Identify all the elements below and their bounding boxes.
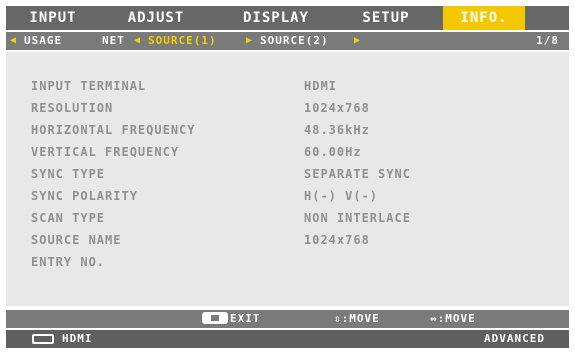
subpage-usage[interactable]: USAGE xyxy=(24,32,62,50)
info-label: SCAN TYPE xyxy=(31,211,106,225)
move-leftright-label: :MOVE xyxy=(437,312,476,325)
info-value: NON INTERLACE xyxy=(304,211,411,225)
status-bar: HDMI ADVANCED xyxy=(6,330,569,348)
info-row-entry-no: ENTRY NO. xyxy=(6,252,569,272)
subpage-bar: ◀ USAGE NET ◀ SOURCE(1) ▶ SOURCE(2) ▶ 1/… xyxy=(6,32,569,50)
move-leftright-guide: ⇔:MOVE xyxy=(430,310,476,328)
leftright-arrows-icon: ⇔ xyxy=(430,312,438,325)
info-row-input-terminal: INPUT TERMINAL HDMI xyxy=(6,76,569,96)
subpage-source-2[interactable]: SOURCE(2) xyxy=(260,32,329,50)
menu-tab-bar: INPUT ADJUST DISPLAY SETUP INFO. xyxy=(6,6,569,30)
info-value: 1024x768 xyxy=(304,233,370,247)
right-arrow-icon: ▶ xyxy=(246,35,254,46)
left-arrow-icon: ◀ xyxy=(134,35,142,46)
right-arrow-icon: ▶ xyxy=(354,35,362,46)
tab-input[interactable]: INPUT xyxy=(18,6,88,30)
key-guide-bar: EXIT ⇕:MOVE ⇔:MOVE xyxy=(6,310,569,328)
tab-setup[interactable]: SETUP xyxy=(351,6,421,30)
menu-mode: ADVANCED xyxy=(484,332,545,345)
info-row-sync-polarity: SYNC POLARITY H(-) V(-) xyxy=(6,186,569,206)
info-value: SEPARATE SYNC xyxy=(304,167,411,181)
info-value: HDMI xyxy=(304,79,337,93)
info-label: INPUT TERMINAL xyxy=(31,79,147,93)
info-label: SYNC POLARITY xyxy=(31,189,138,203)
exit-key-icon xyxy=(202,312,228,324)
move-updown-guide: ⇕:MOVE xyxy=(334,310,380,328)
tab-info[interactable]: INFO. xyxy=(443,6,525,30)
tab-display[interactable]: DISPLAY xyxy=(231,6,321,30)
current-input-name: HDMI xyxy=(62,332,93,345)
tab-adjust[interactable]: ADJUST xyxy=(116,6,196,30)
subpage-net[interactable]: NET xyxy=(102,32,125,50)
exit-guide: EXIT xyxy=(202,310,261,328)
info-label: VERTICAL FREQUENCY xyxy=(31,145,180,159)
info-label: SOURCE NAME xyxy=(31,233,122,247)
info-row-sync-type: SYNC TYPE SEPARATE SYNC xyxy=(6,164,569,184)
updown-arrows-icon: ⇕ xyxy=(334,312,342,325)
info-row-scan-type: SCAN TYPE NON INTERLACE xyxy=(6,208,569,228)
left-arrow-icon: ◀ xyxy=(10,35,18,46)
info-row-vertical-frequency: VERTICAL FREQUENCY 60.00Hz xyxy=(6,142,569,162)
move-updown-label: :MOVE xyxy=(341,312,380,325)
info-label: RESOLUTION xyxy=(31,101,114,115)
info-value: 60.00Hz xyxy=(304,145,362,159)
info-label: SYNC TYPE xyxy=(31,167,106,181)
info-value: 48.36kHz xyxy=(304,123,370,137)
info-panel: INPUT TERMINAL HDMI RESOLUTION 1024x768 … xyxy=(6,52,569,306)
input-source-icon xyxy=(32,334,54,344)
info-row-source-name: SOURCE NAME 1024x768 xyxy=(6,230,569,250)
page-indicator: 1/8 xyxy=(536,34,559,47)
info-value: 1024x768 xyxy=(304,101,370,115)
projector-osd-menu: INPUT ADJUST DISPLAY SETUP INFO. ◀ USAGE… xyxy=(0,0,575,354)
info-label: ENTRY NO. xyxy=(31,255,106,269)
info-value: H(-) V(-) xyxy=(304,189,379,203)
info-row-resolution: RESOLUTION 1024x768 xyxy=(6,98,569,118)
info-row-horizontal-frequency: HORIZONTAL FREQUENCY 48.36kHz xyxy=(6,120,569,140)
subpage-source-1[interactable]: SOURCE(1) xyxy=(148,32,217,50)
exit-guide-label: EXIT xyxy=(230,312,261,325)
info-label: HORIZONTAL FREQUENCY xyxy=(31,123,196,137)
